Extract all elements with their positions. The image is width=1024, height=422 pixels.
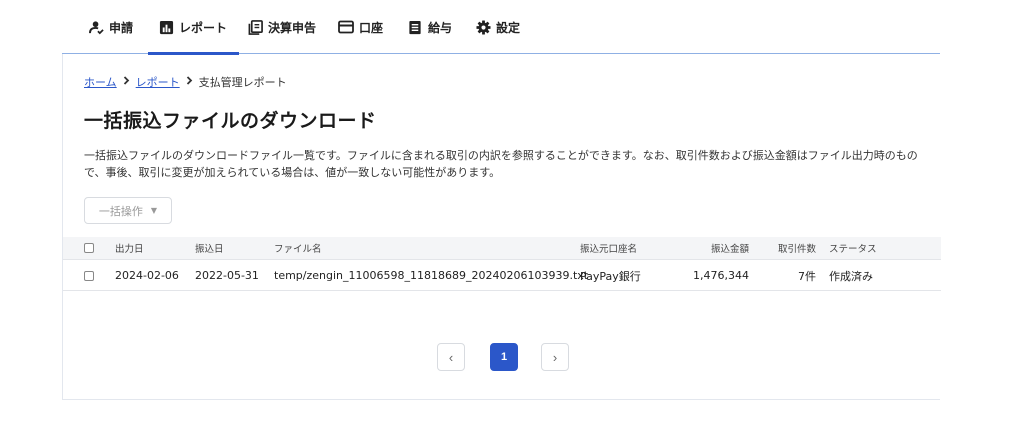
bulk-action-dropdown[interactable]: 一括操作 ▼ [84, 197, 172, 224]
nav-item-accounts[interactable]: 口座 [338, 0, 383, 54]
card-icon [338, 19, 354, 35]
main-content: ホーム レポート 支払管理レポート 一括振込ファイルのダウンロード 一括振込ファ… [62, 54, 941, 400]
page-description: 一括振込ファイルのダウンロードファイル一覧です。ファイルに含まれる取引の内訳を参… [84, 147, 934, 181]
nav-item-label: 設定 [496, 20, 521, 35]
column-header-count[interactable]: 取引件数 [763, 237, 816, 259]
page-title: 一括振込ファイルのダウンロード [84, 110, 377, 132]
table-row: 2024-02-06 2022-05-31 temp/zengin_110065… [63, 261, 941, 291]
nav-item-label: レポート [179, 20, 228, 35]
cell-transfer-date: 2022-05-31 [195, 269, 259, 282]
select-all-checkbox[interactable] [84, 243, 94, 253]
user-check-icon [88, 19, 104, 35]
description-line: で、事後、取引に変更が加えられている場合は、値が一致しない可能性があります。 [84, 166, 501, 179]
chevron-right-icon [186, 76, 193, 88]
nav-item-label: 口座 [359, 20, 384, 35]
column-header-file-name[interactable]: ファイル名 [274, 237, 322, 259]
breadcrumb-home-link[interactable]: ホーム [84, 74, 117, 90]
breadcrumb-current: 支払管理レポート [198, 76, 287, 89]
cell-output-date: 2024-02-06 [115, 269, 179, 282]
top-nav: 申請 レポート 決算申告 口座 給与 設定 [62, 0, 940, 55]
breadcrumb-report-link[interactable]: レポート [136, 74, 180, 90]
transaction-count-link[interactable]: 7件 [763, 261, 816, 290]
nav-item-applications[interactable]: 申請 [88, 0, 133, 54]
chevron-left-icon: ‹ [448, 349, 454, 365]
column-header-status[interactable]: ステータス [829, 237, 877, 259]
document-stack-icon [247, 19, 263, 35]
bar-chart-icon [158, 19, 174, 35]
nav-item-settings[interactable]: 設定 [475, 0, 520, 54]
column-header-source-account[interactable]: 振込元口座名 [580, 237, 637, 259]
caret-down-icon: ▼ [150, 206, 158, 215]
column-header-output-date[interactable]: 出力日 [115, 237, 144, 259]
pagination-prev-button[interactable]: ‹ [437, 343, 465, 371]
select-all-cell [84, 237, 94, 259]
list-doc-icon [407, 19, 423, 35]
row-checkbox[interactable] [84, 270, 94, 281]
nav-item-label: 決算申告 [268, 20, 317, 35]
nav-item-payroll[interactable]: 給与 [407, 0, 452, 54]
description-line: 一括振込ファイルのダウンロードファイル一覧です。ファイルに含まれる取引の内訳を参… [84, 149, 918, 162]
gear-icon [475, 19, 491, 35]
cell-status: 作成済み [829, 269, 873, 283]
column-header-transfer-date[interactable]: 振込日 [195, 237, 224, 259]
breadcrumb: ホーム レポート 支払管理レポート [84, 74, 287, 90]
table-header: 出力日 振込日 ファイル名 振込元口座名 振込金額 取引件数 ステータス [63, 237, 941, 260]
nav-item-label: 給与 [428, 20, 453, 35]
column-header-amount[interactable]: 振込金額 [663, 237, 749, 259]
cell-amount: 1,476,344 [693, 269, 749, 282]
pagination-page-1[interactable]: 1 [490, 343, 518, 371]
chevron-right-icon [123, 76, 130, 88]
bulk-action-label: 一括操作 [98, 204, 143, 218]
pagination-next-button[interactable]: › [541, 343, 569, 371]
file-name-link[interactable]: temp/zengin_11006598_11818689_2024020610… [274, 261, 588, 290]
nav-item-reports[interactable]: レポート [147, 0, 240, 55]
cell-source-account: PayPay銀行 [580, 269, 641, 283]
row-select-cell [84, 261, 94, 290]
nav-item-tax-filing[interactable]: 決算申告 [247, 0, 316, 54]
nav-item-label: 申請 [109, 20, 134, 35]
chevron-right-icon: › [552, 349, 558, 365]
